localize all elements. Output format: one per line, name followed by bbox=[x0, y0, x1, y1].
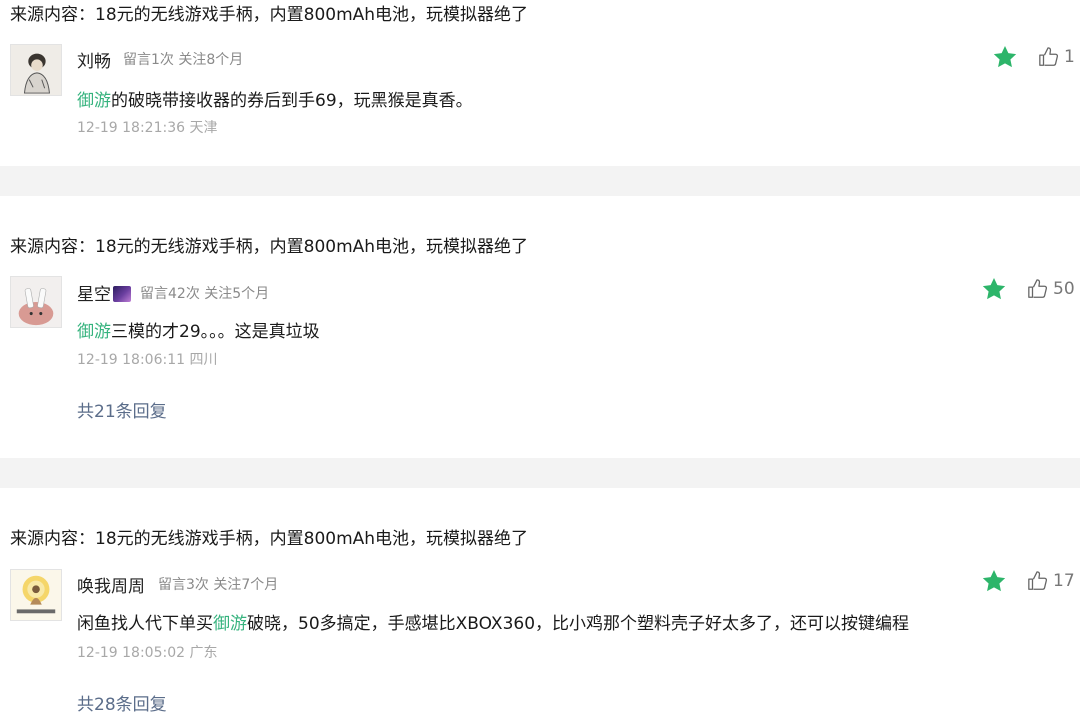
timestamp-location: 12-19 18:21:36 天津 bbox=[77, 120, 218, 136]
replies-link[interactable]: 共28条回复 bbox=[77, 690, 167, 715]
comment-text: 闲鱼找人代下单买御游破晓，50多搞定，手感堪比XBOX360，比小鸡那个塑料壳子… bbox=[77, 609, 909, 634]
like-count: 1 bbox=[1064, 47, 1075, 67]
user-stats: 留言3次 关注7个月 bbox=[158, 577, 279, 593]
username-text: 星空 bbox=[77, 285, 111, 305]
like-count: 17 bbox=[1053, 571, 1075, 591]
thumbs-up-icon bbox=[1028, 571, 1048, 590]
comment-text-rest: 的破晓带接收器的券后到手69，玩黑猴是真香。 bbox=[111, 91, 473, 111]
username[interactable]: 星空 bbox=[77, 280, 131, 305]
avatar-image bbox=[11, 277, 61, 327]
star-icon[interactable] bbox=[981, 276, 1007, 302]
thumbs-up-icon bbox=[1028, 279, 1048, 298]
comment-card: 来源内容：18元的无线游戏手柄，内置800mAh电池，玩模拟器绝了 星空 留言4… bbox=[0, 196, 1080, 458]
avatar-image bbox=[11, 570, 61, 620]
keyword-link[interactable]: 御游 bbox=[213, 614, 247, 634]
avatar-image bbox=[11, 45, 61, 95]
source-content: 来源内容：18元的无线游戏手柄，内置800mAh电池，玩模拟器绝了 bbox=[10, 529, 529, 549]
like-count: 50 bbox=[1053, 279, 1075, 299]
user-stats: 留言42次 关注5个月 bbox=[140, 286, 270, 302]
separator bbox=[0, 166, 1080, 196]
source-content: 来源内容：18元的无线游戏手柄，内置800mAh电池，玩模拟器绝了 bbox=[10, 237, 529, 257]
comment-text: 御游三模的才29。。。这是真垃圾 bbox=[77, 317, 320, 342]
replies-link[interactable]: 共21条回复 bbox=[77, 397, 167, 422]
username[interactable]: 唤我周周 bbox=[77, 572, 145, 597]
star-icon[interactable] bbox=[981, 568, 1007, 594]
star-icon[interactable] bbox=[992, 44, 1018, 70]
keyword-link[interactable]: 御游 bbox=[77, 91, 111, 111]
comment-card: 来源内容：18元的无线游戏手柄，内置800mAh电池，玩模拟器绝了 刘畅 留言1… bbox=[0, 0, 1080, 166]
username[interactable]: 刘畅 bbox=[77, 47, 111, 72]
timestamp-location: 12-19 18:05:02 广东 bbox=[77, 645, 218, 661]
avatar[interactable] bbox=[10, 276, 62, 328]
separator bbox=[0, 458, 1080, 488]
like-button[interactable]: 1 bbox=[1038, 44, 1075, 70]
source-content: 来源内容：18元的无线游戏手柄，内置800mAh电池，玩模拟器绝了 bbox=[10, 5, 529, 25]
avatar[interactable] bbox=[10, 569, 62, 621]
timestamp-location: 12-19 18:06:11 四川 bbox=[77, 352, 218, 368]
thumbs-up-icon bbox=[1039, 47, 1059, 66]
comment-text-rest: 三模的才29。。。这是真垃圾 bbox=[111, 322, 320, 342]
like-button[interactable]: 17 bbox=[1027, 568, 1075, 594]
like-button[interactable]: 50 bbox=[1027, 276, 1075, 302]
galaxy-emoji-icon bbox=[113, 286, 131, 302]
comment-card: 来源内容：18元的无线游戏手柄，内置800mAh电池，玩模拟器绝了 唤我周周 留… bbox=[0, 488, 1080, 716]
comment-text-pre: 闲鱼找人代下单买 bbox=[77, 614, 213, 634]
comment-text: 御游的破晓带接收器的券后到手69，玩黑猴是真香。 bbox=[77, 86, 473, 111]
keyword-link[interactable]: 御游 bbox=[77, 322, 111, 342]
avatar[interactable] bbox=[10, 44, 62, 96]
user-stats: 留言1次 关注8个月 bbox=[123, 52, 244, 68]
comment-text-rest: 破晓，50多搞定，手感堪比XBOX360，比小鸡那个塑料壳子好太多了，还可以按键… bbox=[247, 614, 910, 634]
